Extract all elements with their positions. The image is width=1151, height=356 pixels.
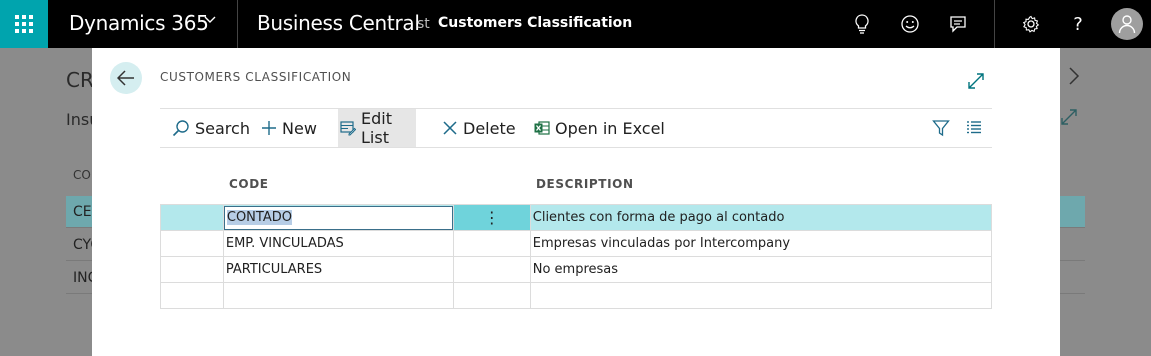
delete-label: Delete (463, 118, 516, 138)
search-icon (172, 119, 190, 137)
product-brand[interactable]: Dynamics 365 (69, 11, 209, 35)
delete-button[interactable]: Delete (440, 109, 518, 147)
help-icon[interactable]: ? (1066, 12, 1090, 36)
expand-icon (1060, 108, 1084, 132)
filter-icon[interactable] (932, 119, 952, 139)
back-button[interactable] (110, 62, 142, 94)
description-cell[interactable]: Empresas vinculadas por Intercompany (529, 230, 993, 257)
expand-icon[interactable] (967, 72, 985, 90)
background-title: CR (66, 68, 94, 92)
code-input[interactable]: CONTADO (223, 205, 453, 230)
row-selector[interactable] (160, 282, 224, 309)
row-actions-cell[interactable] (452, 282, 531, 309)
app-name[interactable]: Business Central (257, 11, 420, 35)
top-app-bar: Dynamics 365 Business Central st Custome… (0, 0, 1151, 48)
code-cell[interactable] (222, 282, 454, 309)
breadcrumb: Customers Classification (438, 15, 633, 31)
waffle-icon (15, 15, 33, 33)
column-header-description[interactable]: DESCRIPTION (536, 177, 634, 191)
smiley-icon[interactable] (898, 12, 922, 36)
row-selector[interactable] (160, 230, 224, 257)
edit-list-icon (340, 120, 356, 136)
column-header-code[interactable]: CODE (229, 177, 269, 191)
action-bar: Search New Edit List Delete Open in Exce… (160, 108, 992, 148)
lightbulb-icon[interactable] (850, 12, 874, 36)
search-label: Search (195, 118, 250, 138)
divider (994, 0, 995, 48)
divider (237, 0, 238, 48)
close-icon (442, 120, 458, 136)
list-view-icon[interactable] (966, 119, 986, 139)
open-in-excel-label: Open in Excel (555, 118, 665, 138)
background-column-header: CO (73, 168, 91, 182)
row-selector[interactable] (160, 204, 224, 231)
new-label: New (282, 118, 317, 138)
row-actions-cell[interactable] (452, 256, 531, 283)
row-actions-button[interactable]: ⋮ (452, 204, 531, 231)
chat-icon[interactable] (946, 12, 970, 36)
edit-list-label: Edit List (361, 109, 392, 147)
user-avatar-icon[interactable] (1111, 8, 1143, 40)
description-cell[interactable] (529, 282, 993, 309)
code-cell[interactable]: CONTADO (222, 204, 454, 231)
table-row-empty[interactable] (160, 282, 993, 309)
chevron-down-icon[interactable] (204, 13, 216, 27)
dialog-title: CUSTOMERS CLASSIFICATION (160, 70, 352, 84)
gear-icon[interactable] (1019, 12, 1043, 36)
code-value: CONTADO (226, 209, 292, 225)
code-cell[interactable]: EMP. VINCULADAS (222, 230, 454, 257)
edit-list-button[interactable]: Edit List (338, 109, 416, 147)
customers-classification-dialog: CUSTOMERS CLASSIFICATION Search New Edit… (92, 48, 1060, 356)
row-selector[interactable] (160, 256, 224, 283)
app-launcher-button[interactable] (0, 0, 48, 48)
new-button[interactable]: New (259, 109, 319, 147)
table-row[interactable]: CONTADO ⋮ Clientes con forma de pago al … (160, 204, 993, 231)
plus-icon (261, 120, 277, 136)
breadcrumb-partial: st (417, 16, 430, 32)
excel-icon (534, 120, 550, 136)
row-actions-cell[interactable] (452, 230, 531, 257)
table-row[interactable]: EMP. VINCULADAS Empresas vinculadas por … (160, 230, 993, 257)
open-in-excel-button[interactable]: Open in Excel (532, 109, 667, 147)
data-table: CONTADO ⋮ Clientes con forma de pago al … (160, 204, 993, 309)
description-cell[interactable]: No empresas (529, 256, 993, 283)
table-row[interactable]: PARTICULARES No empresas (160, 256, 993, 283)
chevron-right-icon (1068, 66, 1080, 91)
search-button[interactable]: Search (170, 109, 252, 147)
description-cell[interactable]: Clientes con forma de pago al contado (529, 204, 993, 231)
code-cell[interactable]: PARTICULARES (222, 256, 454, 283)
arrow-left-icon (117, 70, 134, 86)
